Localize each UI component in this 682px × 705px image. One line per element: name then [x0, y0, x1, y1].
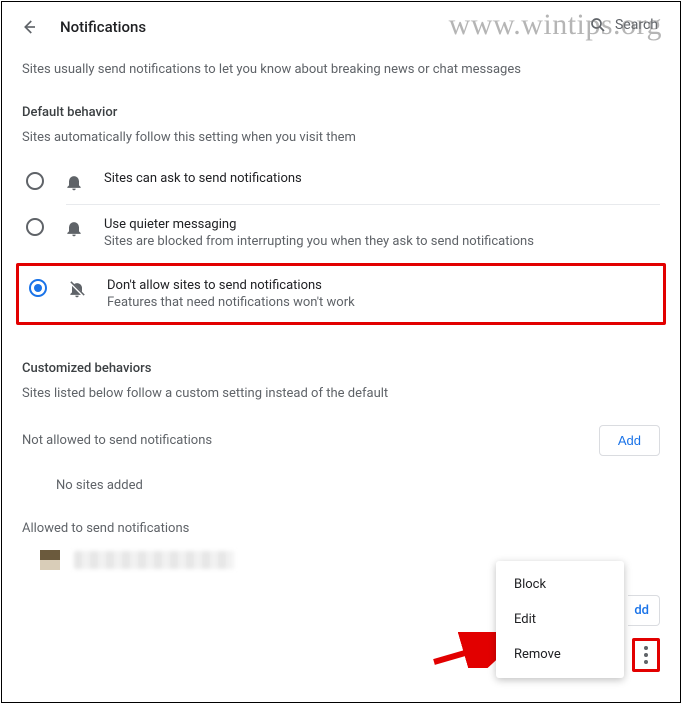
more-actions-icon[interactable] [637, 643, 655, 667]
radio-dont-allow[interactable] [29, 279, 47, 297]
site-context-menu: Block Edit Remove [496, 561, 624, 678]
menu-item-edit[interactable]: Edit [496, 602, 624, 637]
search-icon[interactable] [589, 16, 607, 34]
menu-item-block[interactable]: Block [496, 567, 624, 602]
option-dont-allow-sublabel: Features that need notifications won't w… [107, 295, 355, 310]
highlight-box-kebab [632, 638, 660, 672]
not-allowed-heading: Not allowed to send notifications [22, 433, 212, 448]
default-behavior-subheading: Sites automatically follow this setting … [22, 130, 660, 145]
page-description: Sites usually send notifications to let … [22, 62, 660, 77]
site-name-blurred [74, 551, 234, 569]
option-ask[interactable]: Sites can ask to send notifications [22, 159, 660, 204]
highlight-box-dont-allow: Don't allow sites to send notifications … [16, 263, 666, 325]
bell-icon [64, 218, 84, 238]
menu-item-remove[interactable]: Remove [496, 637, 624, 672]
add-allowed-button[interactable]: dd [628, 595, 660, 626]
add-not-allowed-button[interactable]: Add [599, 425, 660, 456]
customized-heading: Customized behaviors [22, 361, 660, 376]
back-arrow-icon[interactable] [20, 18, 38, 36]
radio-ask[interactable] [26, 172, 44, 190]
option-quieter[interactable]: Use quieter messaging Sites are blocked … [22, 205, 660, 261]
customized-subheading: Sites listed below follow a custom setti… [22, 386, 660, 401]
allowed-heading: Allowed to send notifications [22, 521, 189, 536]
default-behavior-heading: Default behavior [22, 105, 660, 120]
option-dont-allow-label: Don't allow sites to send notifications [107, 278, 355, 293]
not-allowed-empty: No sites added [56, 478, 660, 493]
option-ask-label: Sites can ask to send notifications [104, 171, 302, 186]
bell-off-icon [67, 279, 87, 299]
site-favicon [40, 550, 60, 570]
radio-quieter[interactable] [26, 218, 44, 236]
option-quieter-label: Use quieter messaging [104, 217, 534, 232]
page-title: Notifications [60, 18, 146, 36]
search-label[interactable]: Search [615, 17, 658, 33]
option-quieter-sublabel: Sites are blocked from interrupting you … [104, 234, 534, 249]
option-dont-allow[interactable]: Don't allow sites to send notifications … [19, 268, 663, 320]
bell-icon [64, 172, 84, 192]
